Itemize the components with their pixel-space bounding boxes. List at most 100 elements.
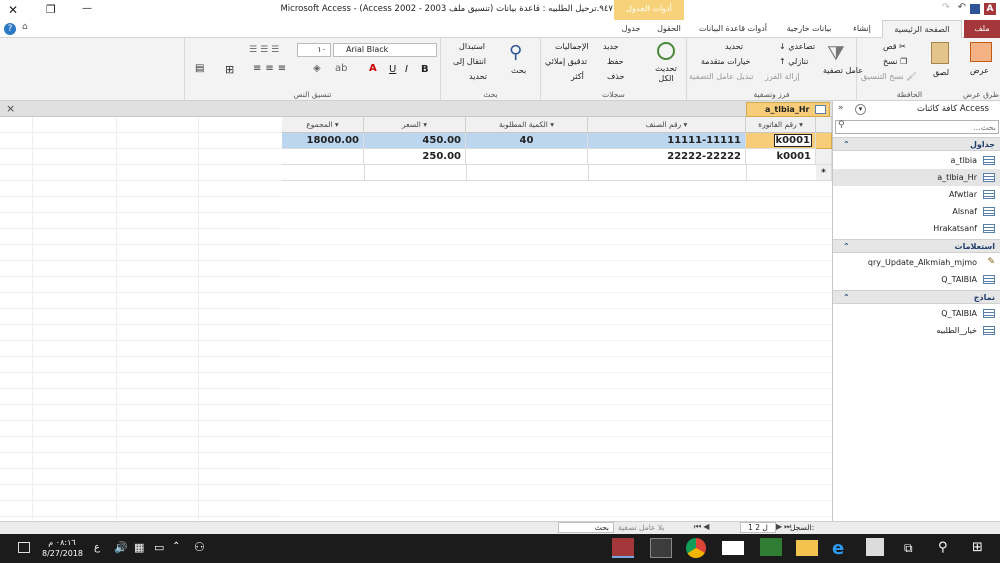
nav-item-query[interactable]: Q_TAIBIA bbox=[833, 271, 1000, 288]
sort-desc-button[interactable]: تنازلي ↑ bbox=[779, 57, 808, 66]
file-explorer-icon[interactable] bbox=[796, 540, 818, 556]
tab-create[interactable]: إنشاء bbox=[842, 20, 882, 38]
nav-item-table[interactable]: Afwtlar bbox=[833, 186, 1000, 203]
new-record-marker[interactable]: * bbox=[816, 165, 832, 181]
font-size-select[interactable]: ١٠ bbox=[297, 43, 331, 57]
notification-icon[interactable] bbox=[18, 542, 30, 553]
no-filter-indicator[interactable]: بلا عامل تصفية bbox=[618, 523, 664, 532]
font-color-icon[interactable]: A bbox=[369, 63, 377, 74]
tab-external-data[interactable]: بيانات خارجية bbox=[776, 20, 842, 38]
network-icon[interactable]: ▦ bbox=[134, 541, 144, 554]
row-selector[interactable] bbox=[816, 149, 832, 165]
task-view-icon[interactable]: ⧉ bbox=[904, 541, 913, 556]
redo-icon[interactable]: ↷ bbox=[942, 2, 950, 13]
select-all-corner[interactable] bbox=[816, 117, 832, 133]
totals-button[interactable]: الإجماليات bbox=[555, 42, 589, 51]
save-record-button[interactable]: حفظ bbox=[607, 57, 624, 66]
tab-database-tools[interactable]: أدوات قاعدة البيانات bbox=[690, 20, 776, 38]
goto-button[interactable]: انتقال إلى bbox=[453, 57, 486, 66]
nav-item-table[interactable]: Hrakatsanf bbox=[833, 220, 1000, 237]
record-nav-buttons-next[interactable]: ▶⏭ bbox=[776, 522, 793, 532]
gridlines-icon[interactable]: ⊞ bbox=[225, 63, 234, 76]
nav-section-queries[interactable]: استعلامات ⌃ bbox=[833, 239, 1000, 253]
tab-file[interactable]: ملف bbox=[964, 20, 1000, 38]
column-header-invoice[interactable]: رقم الفاتورة ▾ bbox=[746, 117, 816, 133]
language-indicator[interactable]: ع bbox=[94, 542, 100, 553]
find-button[interactable]: بحث bbox=[511, 66, 526, 75]
status-search-box[interactable]: بحث bbox=[558, 522, 614, 533]
edge-icon[interactable]: e bbox=[832, 538, 844, 559]
show-hidden-icons-icon[interactable]: ⌃ bbox=[172, 541, 180, 552]
nav-item-form[interactable]: خيار_الطلبيه bbox=[833, 322, 1000, 339]
clock[interactable]: ٠٨:١٦ م 8/27/2018 bbox=[42, 537, 83, 559]
close-document-icon[interactable]: × bbox=[6, 102, 15, 115]
table-cell-item[interactable]: 22222-22222 bbox=[588, 149, 746, 165]
table-cell-qty[interactable] bbox=[466, 149, 588, 165]
alt-row-color-icon[interactable]: ▤ bbox=[195, 63, 204, 74]
column-header-item[interactable]: رقم الصنف ▾ bbox=[588, 117, 746, 133]
table-cell-invoice[interactable]: k0001 bbox=[746, 133, 816, 149]
table-cell-invoice[interactable]: k0001 bbox=[746, 149, 816, 165]
nav-search-input[interactable] bbox=[850, 121, 996, 133]
nav-menu-chevron-icon[interactable]: ▾ bbox=[855, 104, 866, 115]
minimize-ribbon-icon[interactable]: ⌂ bbox=[22, 22, 28, 32]
nav-item-table[interactable]: a_tlbia bbox=[833, 152, 1000, 169]
new-record-row[interactable] bbox=[282, 165, 816, 181]
row-selector[interactable] bbox=[816, 133, 832, 149]
column-header-price[interactable]: السعر ▾ bbox=[364, 117, 466, 133]
replace-button[interactable]: استبدال bbox=[459, 42, 485, 51]
document-tab[interactable]: a_tlbia_Hr bbox=[746, 102, 830, 117]
sort-asc-button[interactable]: تصاعدي ↓ bbox=[779, 42, 815, 51]
list-indent-icons[interactable]: ☰☰☰ bbox=[249, 45, 282, 55]
column-header-qty[interactable]: الكمية المطلوبة ▾ bbox=[466, 117, 588, 133]
table-cell-item[interactable]: 11111-11111 bbox=[588, 133, 746, 149]
save-icon[interactable] bbox=[970, 4, 980, 14]
keyboard-app-icon[interactable] bbox=[650, 538, 672, 558]
table-cell-total[interactable]: 18000.00 bbox=[282, 133, 364, 149]
table-cell-price[interactable]: 250.00 bbox=[364, 149, 466, 165]
nav-item-table[interactable]: Alsnaf bbox=[833, 203, 1000, 220]
close-button[interactable]: ✕ bbox=[8, 3, 18, 17]
view-button[interactable]: عرض bbox=[970, 66, 989, 75]
mail-icon[interactable] bbox=[722, 541, 744, 555]
start-button-icon[interactable]: ⊞ bbox=[972, 540, 983, 555]
delete-record-button[interactable]: حذف bbox=[607, 72, 624, 81]
tab-table[interactable]: جدول bbox=[614, 20, 648, 38]
refresh-all-button[interactable]: تحديث الكل bbox=[653, 64, 679, 84]
help-icon[interactable]: ? bbox=[4, 23, 16, 35]
record-nav-buttons[interactable]: ⏮◀ bbox=[694, 522, 711, 532]
current-record-input[interactable]: 1 ل 2 bbox=[740, 522, 776, 533]
filter-button[interactable]: عامل تصفية bbox=[823, 66, 863, 76]
nav-item-query[interactable]: qry_Update_Alkmiah_mjmo ✎ bbox=[833, 254, 1000, 271]
minimize-button[interactable]: — bbox=[82, 3, 92, 14]
table-cell-total[interactable] bbox=[282, 149, 364, 165]
collapse-pane-icon[interactable]: » bbox=[838, 103, 844, 113]
access-taskbar-icon[interactable] bbox=[612, 538, 634, 558]
table-cell-price[interactable]: 450.00 bbox=[364, 133, 466, 149]
toggle-filter-button[interactable]: تبديل عامل التصفية bbox=[689, 72, 754, 81]
nav-search-box[interactable]: ⚲ bbox=[835, 120, 999, 134]
search-taskbar-icon[interactable]: ⚲ bbox=[938, 540, 948, 555]
nav-item-form[interactable]: Q_TAIBIA bbox=[833, 305, 1000, 322]
volume-icon[interactable]: 🔊 bbox=[114, 541, 128, 554]
spelling-button[interactable]: تدقيق إملائي bbox=[545, 57, 587, 66]
restore-button[interactable]: ❐ bbox=[46, 3, 56, 16]
underline-icon[interactable]: U bbox=[389, 64, 396, 75]
column-header-total[interactable]: المجموع ▾ bbox=[282, 117, 364, 133]
table-cell-qty[interactable]: 40 bbox=[466, 133, 588, 149]
format-painter-button[interactable]: 🖌 نسخ التنسيق bbox=[861, 72, 916, 81]
advanced-button[interactable]: خيارات متقدمة bbox=[701, 57, 750, 66]
undo-icon[interactable]: ↶ bbox=[958, 2, 966, 13]
selection-button[interactable]: تحديد bbox=[725, 42, 743, 51]
nav-section-forms[interactable]: نماذج ⌃ bbox=[833, 290, 1000, 304]
font-name-select[interactable]: Arial Black bbox=[333, 43, 437, 57]
italic-icon[interactable]: I bbox=[405, 64, 408, 75]
remove-sort-button[interactable]: إزالة الفرز bbox=[765, 72, 800, 81]
more-button[interactable]: أكثر bbox=[571, 72, 584, 81]
battery-icon[interactable]: ▭ bbox=[154, 541, 164, 554]
people-icon[interactable]: ⚇ bbox=[194, 540, 205, 554]
align-icons[interactable]: ≡≡≡ bbox=[253, 63, 290, 74]
nav-section-tables[interactable]: جداول ⌃ bbox=[833, 137, 1000, 151]
tab-home[interactable]: الصفحة الرئيسية bbox=[882, 20, 962, 38]
tab-fields[interactable]: الحقول bbox=[650, 20, 688, 38]
